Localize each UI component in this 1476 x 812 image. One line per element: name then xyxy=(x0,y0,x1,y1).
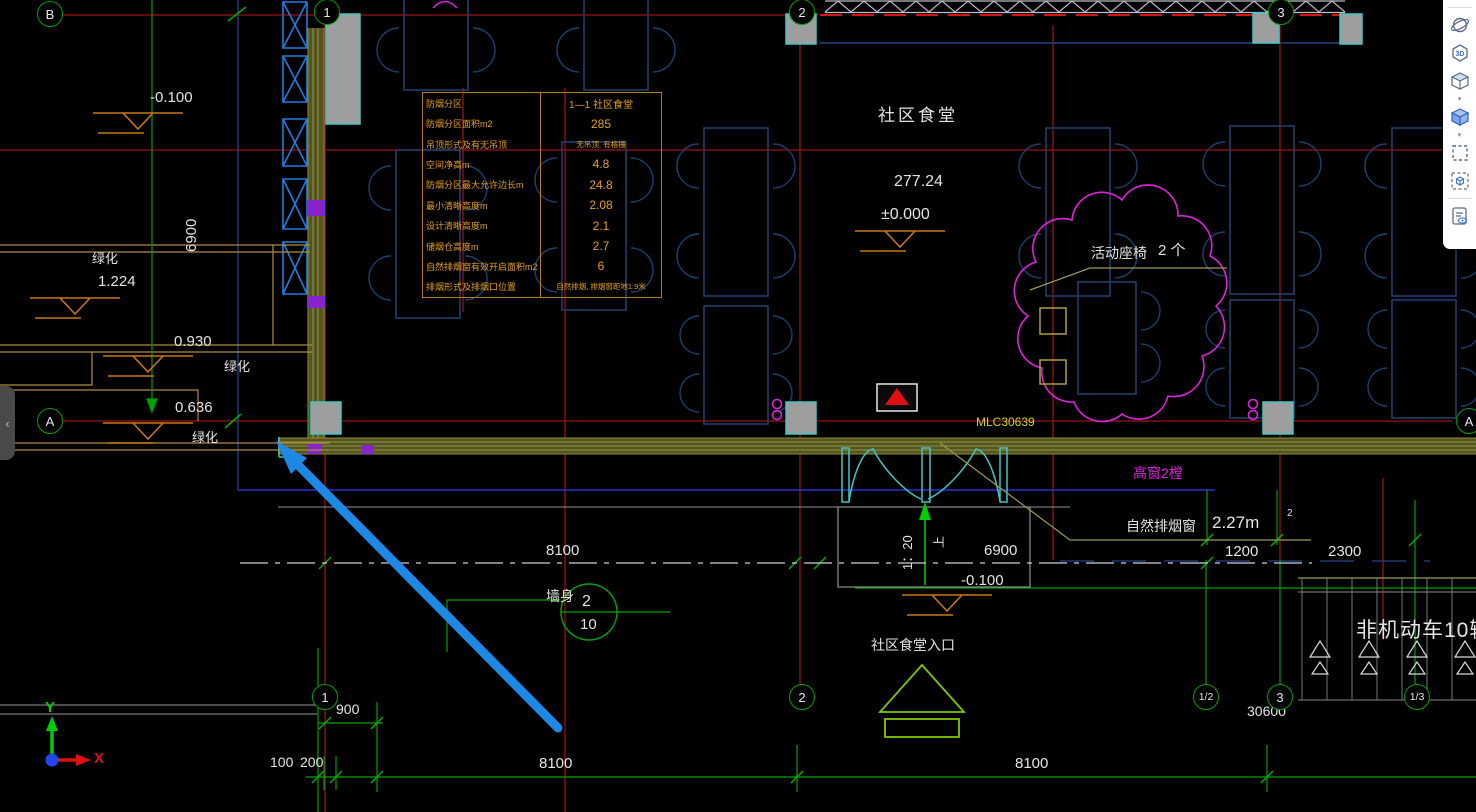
dimension-leaders xyxy=(240,442,1312,564)
entrance-area xyxy=(278,502,1070,738)
dim-6900-left: 6900 xyxy=(183,218,200,252)
movable-seats-count: 2 个 xyxy=(1158,242,1186,259)
greenery-label: 绿化 xyxy=(92,251,119,266)
dim-200: 200 xyxy=(300,754,324,770)
smoke-window-area-exponent: 2 xyxy=(1287,508,1293,519)
table-row: 防烟分区最大允许边长m 24.8 xyxy=(423,174,661,196)
level-0930: 0.930 xyxy=(174,333,212,350)
level-1224: 1.224 xyxy=(98,273,136,290)
table-row: 防烟分区面积m2 285 xyxy=(423,113,661,134)
warning-triangle-symbol xyxy=(876,383,918,412)
ucs-y-label: Y xyxy=(45,699,56,716)
detail-sheet: 10 xyxy=(580,616,597,633)
box-3d-icon[interactable]: 3D xyxy=(1447,40,1473,66)
wall-detail-label: 墙身 xyxy=(546,588,574,604)
bike-parking-label: 非机动车10辆 xyxy=(1356,619,1476,642)
grid-bubble-2-bottom: 2 xyxy=(789,684,815,710)
table-row: 自然排烟窗有效开启面积m2 6 xyxy=(423,256,661,277)
grid-bubble-2-top: 2 xyxy=(789,0,815,25)
smoke-window-label: 自然排烟窗 xyxy=(1126,518,1196,534)
room-title: 社区食堂 xyxy=(878,106,958,125)
grid-bubble-A-left: A xyxy=(37,408,63,434)
smoke-window-area: 2.27m xyxy=(1212,513,1260,532)
cube-filled-icon[interactable] xyxy=(1447,104,1473,130)
panel-collapse-tab[interactable]: ‹ xyxy=(0,386,15,460)
table-row: 设计清晰高度m 2.1 xyxy=(423,215,661,236)
high-window-label: 高窗2樘 xyxy=(1133,465,1183,481)
view-list-eye-icon[interactable] xyxy=(1447,203,1473,229)
orbit-icon[interactable] xyxy=(1447,12,1473,38)
wall-block-purple xyxy=(362,445,374,454)
entry-label: 社区食堂入口 xyxy=(871,637,955,653)
grid-bubble-1-2: 1/2 xyxy=(1193,684,1219,710)
movable-seats-label: 活动座椅 xyxy=(1091,245,1147,261)
ucs-icon xyxy=(45,716,91,767)
view-toolbar: 3D ▾ ▾ xyxy=(1443,0,1476,249)
truss-hatch xyxy=(824,0,1346,14)
chevron-left-icon: ‹ xyxy=(5,415,10,431)
level-zero: ±0.000 xyxy=(881,206,930,223)
dim-100: 100 xyxy=(270,754,294,770)
dim-1200: 1200 xyxy=(1225,543,1259,560)
greenery-label: 绿化 xyxy=(224,359,251,374)
table-row: 防烟分区 1—1 社区食堂 xyxy=(423,93,661,114)
door-code: MLC30639 xyxy=(976,415,1035,429)
table-row: 空间净高m 4.8 xyxy=(423,154,661,175)
dropdown-caret-icon[interactable]: ▾ xyxy=(1447,95,1473,103)
detail-number: 2 xyxy=(582,593,591,610)
cube-outline-icon[interactable] xyxy=(1447,68,1473,94)
grid-bubble-1-bottom: 1 xyxy=(312,684,338,710)
wall-block-purple xyxy=(307,200,325,216)
blue-lines xyxy=(237,0,1430,562)
isolate-cube-icon[interactable] xyxy=(1447,168,1473,194)
dropdown-caret-icon[interactable]: ▾ xyxy=(1447,131,1473,139)
up-direction-label: 上 xyxy=(932,535,946,548)
smoke-control-table: 防烟分区 1—1 社区食堂 防烟分区面积m2 285 吊顶形式及有无吊顶 无吊顶, 有… xyxy=(422,92,662,298)
cloud-contents xyxy=(1029,267,1227,385)
truss-zigzag xyxy=(824,0,1346,13)
grid-bubble-1-3: 1/3 xyxy=(1404,684,1430,710)
level-277: 277.24 xyxy=(894,173,943,190)
dim-8100-mid: 8100 xyxy=(546,542,580,559)
table-row: 储烟仓高度m 2.7 xyxy=(423,235,661,257)
slope-label: 1：20 xyxy=(900,535,915,570)
column-hatch-boxes xyxy=(282,1,308,295)
grid-bubble-1-top: 1 xyxy=(314,0,340,25)
dim-6900-entry: 6900 xyxy=(984,542,1018,559)
grid-bubble-3-top: 3 xyxy=(1268,0,1294,25)
grid-bubble-3-bottom: 3 xyxy=(1267,684,1293,710)
wall-block-purple xyxy=(307,296,325,308)
dim-900: 900 xyxy=(336,701,360,717)
table-row: 最小清晰高度m 2.08 xyxy=(423,195,661,216)
svg-text:3D: 3D xyxy=(1455,51,1464,58)
wall-block-purple xyxy=(308,444,322,454)
grid-bubble-A-right: A xyxy=(1456,408,1476,434)
cad-viewport[interactable]: 防烟分区 1—1 社区食堂 防烟分区面积m2 285 吊顶形式及有无吊顶 无吊顶, 有… xyxy=(0,0,1476,812)
toolbar-divider xyxy=(1447,198,1472,199)
table-row: 吊顶形式及有无吊顶 无吊顶, 有格栅 xyxy=(423,133,661,155)
toolbar-divider xyxy=(1447,7,1472,8)
dim-2300: 2300 xyxy=(1328,543,1362,560)
drawing-linework xyxy=(0,0,1476,812)
ucs-x-label: X xyxy=(94,750,105,767)
selection-box-icon[interactable] xyxy=(1447,140,1473,166)
level-0636: 0.636 xyxy=(175,399,213,416)
grid-lines-red xyxy=(0,14,1476,812)
level-minus100-left: -0.100 xyxy=(150,89,193,106)
dim-8100-bottom-right: 8100 xyxy=(1015,755,1049,772)
greenery-label: 绿化 xyxy=(192,430,219,445)
table-row: 排烟形式及排烟口位置 自然排烟, 排烟窗距地1.9米 xyxy=(423,276,661,298)
dim-8100-bottom-left: 8100 xyxy=(539,755,573,772)
grid-bubble-B: B xyxy=(37,1,63,27)
level-minus100-entry: -0.100 xyxy=(961,572,1004,589)
